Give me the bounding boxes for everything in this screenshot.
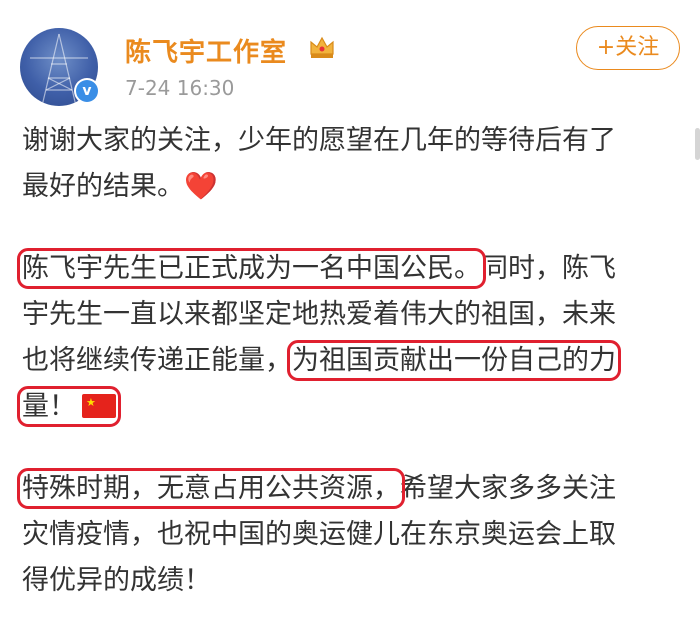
highlight-box-2: 为祖国贡献出一份自己的力 bbox=[287, 340, 621, 381]
text: 希望大家多多关注 bbox=[400, 473, 616, 504]
text-line: 谢谢大家的关注，少年的愿望在几年的等待后有了 bbox=[22, 125, 616, 156]
highlight-box-3: 特殊时期，无意占用公共资源， bbox=[17, 468, 405, 509]
paragraph-1: 谢谢大家的关注，少年的愿望在几年的等待后有了 最好的结果。❤️ bbox=[22, 118, 682, 210]
heart-icon: ❤️ bbox=[184, 171, 218, 202]
text-line: 最好的结果。❤️ bbox=[22, 164, 682, 210]
follow-button[interactable]: +关注 bbox=[576, 26, 680, 70]
text-line: 得优异的成绩！ bbox=[22, 565, 211, 596]
text-line: 特殊时期，无意占用公共资源，希望大家多多关注 bbox=[17, 466, 682, 512]
text: 也将继续传递正能量， bbox=[22, 345, 292, 376]
text-line: 陈飞宇先生已正式成为一名中国公民。同时，陈飞 bbox=[17, 246, 682, 292]
post-header: v 陈飞宇工作室 7-24 16:30 +关注 bbox=[0, 0, 700, 110]
highlight-box-2-cont: 量！ ★ bbox=[17, 386, 121, 427]
verified-icon: v bbox=[74, 78, 100, 104]
text-line: 量！ ★ bbox=[17, 384, 682, 430]
scrollbar[interactable] bbox=[695, 128, 700, 160]
text: 最好的结果。 bbox=[22, 171, 184, 202]
text-line: 也将继续传递正能量，为祖国贡献出一份自己的力 bbox=[22, 338, 682, 384]
highlight-box-1: 陈飞宇先生已正式成为一名中国公民。 bbox=[17, 248, 486, 289]
text: 量！ bbox=[22, 391, 76, 422]
crown-icon bbox=[310, 36, 334, 58]
text: 同时，陈飞 bbox=[481, 253, 616, 284]
text-line: 灾情疫情，也祝中国的奥运健儿在东京奥运会上取 bbox=[22, 519, 616, 550]
post-time: 7-24 16:30 bbox=[125, 76, 235, 100]
author-name[interactable]: 陈飞宇工作室 bbox=[125, 32, 287, 69]
text-line: 宇先生一直以来都坚定地热爱着伟大的祖国，未来 bbox=[22, 299, 616, 330]
verified-badge-label: v bbox=[76, 80, 98, 102]
paragraph-2: 陈飞宇先生已正式成为一名中国公民。同时，陈飞 宇先生一直以来都坚定地热爱着伟大的… bbox=[17, 246, 682, 430]
china-flag-icon: ★ bbox=[82, 394, 116, 418]
post-content: 谢谢大家的关注，少年的愿望在几年的等待后有了 最好的结果。❤️ 陈飞宇先生已正式… bbox=[17, 118, 682, 604]
paragraph-3: 特殊时期，无意占用公共资源，希望大家多多关注 灾情疫情，也祝中国的奥运健儿在东京… bbox=[17, 466, 682, 604]
